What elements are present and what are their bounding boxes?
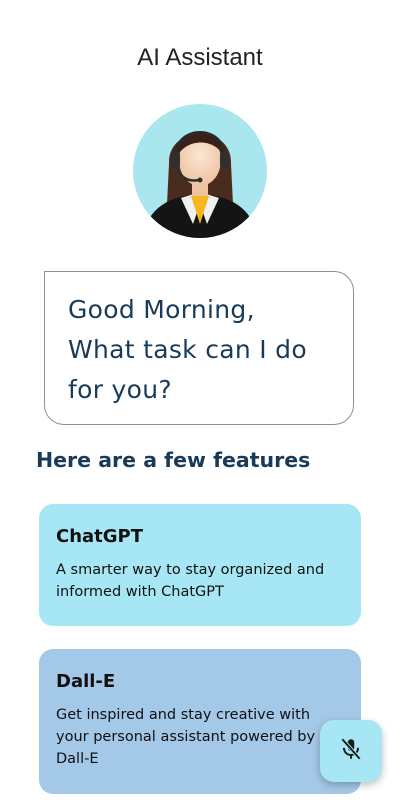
feature-card-chatgpt[interactable]: ChatGPT A smarter way to stay organized …	[39, 504, 361, 626]
card-description-line: Dall-E	[56, 751, 99, 767]
greeting-bubble: Good Morning, What task can I do for you…	[44, 271, 354, 425]
assistant-avatar-icon	[133, 104, 267, 238]
mic-button[interactable]	[320, 720, 382, 782]
card-description-line: A smarter way to stay organized and	[56, 562, 325, 578]
card-description-line: Get inspired and stay creative with	[56, 707, 311, 723]
assistant-home-screen: AI Assistant Good Morning, What task can…	[0, 0, 400, 800]
feature-card-dalle[interactable]: Dall-E Get inspired and stay creative wi…	[39, 649, 361, 794]
card-title: Dall-E	[56, 671, 116, 692]
greeting-line: What task can I do	[68, 335, 307, 364]
app-title: AI Assistant	[137, 44, 263, 71]
card-description: Get inspired and stay creative with your…	[56, 704, 345, 770]
card-description: A smarter way to stay organized and info…	[56, 559, 345, 603]
card-description-line: your personal assistant powered by	[56, 729, 316, 745]
greeting-line: for you?	[68, 375, 172, 404]
mic-off-icon	[338, 736, 364, 766]
card-description-line: informed with ChatGPT	[56, 584, 224, 600]
greeting-line: Good Morning,	[68, 295, 255, 324]
card-title: ChatGPT	[56, 526, 144, 547]
features-heading: Here are a few features	[36, 448, 311, 472]
